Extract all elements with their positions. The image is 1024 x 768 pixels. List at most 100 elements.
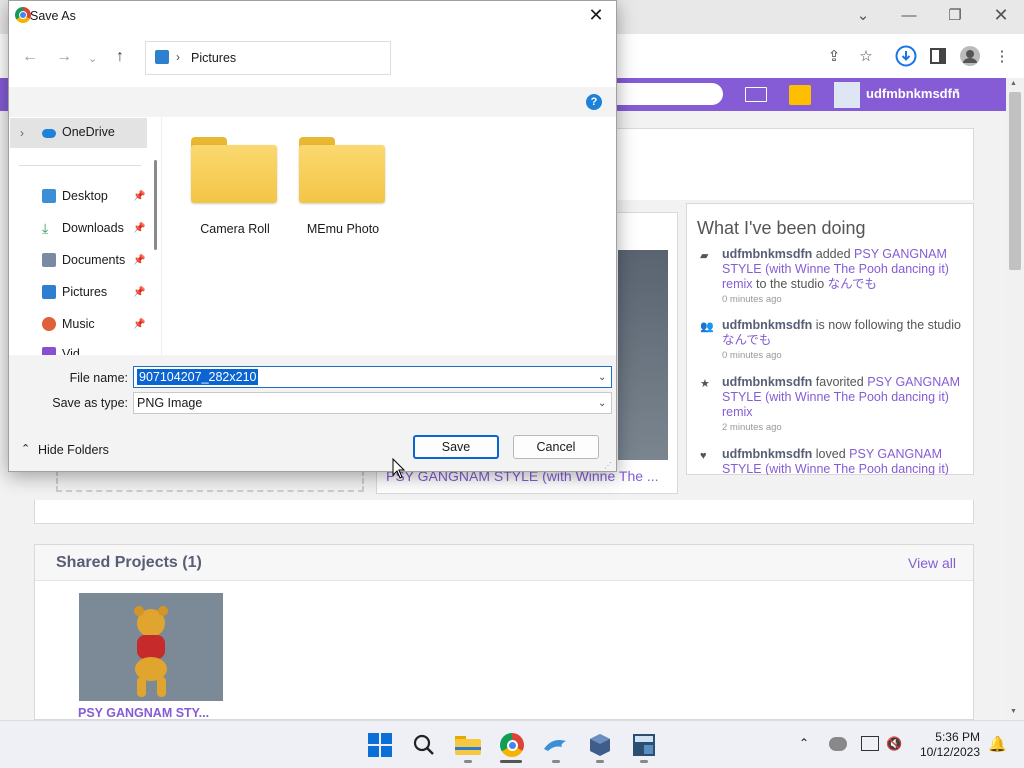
profile-avatar-icon[interactable]	[958, 44, 982, 68]
download-icon: ⤓	[42, 220, 49, 236]
nav-item-documents[interactable]: Documents	[42, 253, 125, 267]
tab-search-chevron-icon[interactable]: ⌄	[840, 0, 886, 30]
up-arrow-icon[interactable]: ↑	[116, 48, 124, 66]
activity-user[interactable]: udfmbnkmsdfn	[722, 247, 812, 261]
notification-bell-icon[interactable]: 🔔	[988, 735, 1007, 753]
nav-item-desktop[interactable]: Desktop	[42, 189, 108, 203]
pin-icon: 📌	[133, 223, 146, 234]
network-icon[interactable]	[861, 736, 879, 751]
activity-verb: is now following the studio	[815, 318, 961, 332]
file-name-label: File name:	[69, 371, 128, 385]
system-clock[interactable]: 5:36 PM 10/12/2023	[908, 730, 980, 760]
documents-icon	[42, 253, 56, 267]
dialog-title: Save As	[30, 9, 76, 23]
search-icon[interactable]	[408, 729, 440, 761]
activity-verb: added	[815, 247, 851, 261]
view-all-link[interactable]: View all	[908, 555, 956, 571]
nav-item-downloads[interactable]: ⤓ Downloads	[42, 221, 124, 235]
nav-label: OneDrive	[62, 125, 115, 139]
cancel-button[interactable]: Cancel	[513, 435, 599, 459]
running-indicator	[464, 760, 472, 763]
activity-user[interactable]: udfmbnkmsdfn	[722, 318, 812, 332]
nav-pane-scrollbar[interactable]	[154, 160, 157, 250]
project-name-link[interactable]: PSY GANGNAM STY...	[78, 706, 209, 720]
comment-icon: ▰	[700, 250, 709, 262]
chevron-up-icon[interactable]: ⌃	[799, 736, 809, 750]
pin-icon: 📌	[133, 319, 146, 330]
file-name-value[interactable]: 907104207_282x210	[137, 369, 259, 385]
recent-locations-icon[interactable]: ⌄	[88, 52, 97, 65]
scroll-up-icon[interactable]: ▲	[1010, 80, 1017, 87]
folder-label[interactable]: MEmu Photo	[288, 222, 398, 236]
windows-start-icon[interactable]	[364, 729, 396, 761]
close-window-button[interactable]: ✕	[978, 0, 1024, 30]
folder-memu-photo[interactable]	[299, 137, 385, 203]
side-panel-icon[interactable]	[926, 44, 950, 68]
clock-time: 5:36 PM	[935, 730, 980, 744]
calculator-icon[interactable]	[628, 729, 660, 761]
save-button[interactable]: Save	[413, 435, 499, 459]
resize-grip-icon[interactable]: ⋰	[604, 461, 612, 470]
nav-label: Music	[62, 317, 95, 331]
user-dropdown-icon[interactable]: ▾	[954, 86, 959, 97]
activity-item: 👥 udfmbnkmsdfn is now following the stud…	[700, 318, 962, 363]
active-indicator	[500, 760, 522, 763]
download-icon[interactable]	[894, 44, 918, 68]
address-bar[interactable]	[145, 41, 390, 75]
chevron-down-icon[interactable]: ⌄	[598, 372, 606, 383]
pin-icon: 📌	[133, 191, 146, 202]
activity-item: ★ udfmbnkmsdfn favorited PSY GANGNAM STY…	[700, 375, 962, 435]
nav-item-music[interactable]: Music	[42, 317, 95, 331]
folder-label[interactable]: Camera Roll	[180, 222, 290, 236]
heart-icon: ♥	[700, 450, 707, 462]
scrollbar-thumb[interactable]	[1009, 92, 1021, 270]
onedrive-tray-icon[interactable]	[829, 737, 847, 751]
dolphin-icon[interactable]	[540, 729, 572, 761]
address-breadcrumb[interactable]: Pictures	[191, 51, 236, 65]
address-divider	[390, 41, 391, 75]
chrome-icon[interactable]	[496, 729, 528, 761]
hide-folders-button[interactable]: Hide Folders	[38, 443, 109, 457]
restore-button[interactable]: ❐	[932, 0, 978, 30]
browser-menu-icon[interactable]: ⋮	[990, 44, 1014, 68]
videos-icon	[42, 347, 56, 355]
volume-muted-icon[interactable]: 🔇	[886, 736, 902, 752]
activity-user[interactable]: udfmbnkmsdfn	[722, 447, 812, 461]
dialog-close-button[interactable]: ✕	[585, 4, 607, 26]
messages-icon[interactable]	[745, 87, 767, 102]
activity-time: 2 minutes ago	[722, 422, 782, 433]
breadcrumb-chevron-icon: ›	[176, 50, 180, 64]
back-arrow-icon[interactable]: ←	[22, 48, 38, 66]
onedrive-item[interactable]: OneDrive	[42, 125, 115, 139]
folder-camera-roll[interactable]	[191, 137, 277, 203]
pictures-icon	[155, 50, 169, 64]
save-type-value[interactable]: PNG Image	[137, 396, 202, 410]
chevron-up-icon[interactable]: ⌃	[21, 442, 30, 455]
virtualbox-icon[interactable]	[584, 729, 616, 761]
activity-studio-link[interactable]: なんでも	[828, 277, 877, 291]
user-avatar[interactable]	[834, 82, 860, 108]
desktop-icon	[42, 189, 56, 203]
activity-verb: favorited	[815, 375, 864, 389]
scroll-down-icon[interactable]: ▼	[1010, 708, 1017, 715]
activity-user[interactable]: udfmbnkmsdfn	[722, 375, 812, 389]
expand-chevron-icon[interactable]: ›	[20, 126, 24, 140]
file-explorer-icon[interactable]	[452, 729, 484, 761]
bookmark-star-icon[interactable]: ☆	[854, 44, 878, 68]
featured-project-thumbnail[interactable]	[618, 250, 668, 460]
nav-item-pictures[interactable]: Pictures	[42, 285, 107, 299]
minimize-button[interactable]: —	[886, 0, 932, 30]
nav-item-videos[interactable]: Vid	[42, 347, 142, 355]
my-stuff-icon[interactable]	[789, 85, 811, 105]
save-type-select[interactable]	[133, 392, 612, 414]
help-icon[interactable]: ?	[586, 94, 602, 110]
nav-label: Downloads	[62, 221, 124, 235]
share-icon[interactable]: ⇪	[822, 44, 846, 68]
forward-arrow-icon[interactable]: →	[56, 48, 72, 66]
star-icon: ★	[700, 378, 710, 390]
activity-studio-link[interactable]: なんでも	[722, 333, 771, 347]
project-thumbnail[interactable]	[79, 593, 223, 701]
nav-username[interactable]: udfmbnkmsdfn	[866, 86, 960, 101]
chevron-down-icon[interactable]: ⌄	[598, 398, 606, 409]
pictures-icon	[42, 285, 56, 299]
